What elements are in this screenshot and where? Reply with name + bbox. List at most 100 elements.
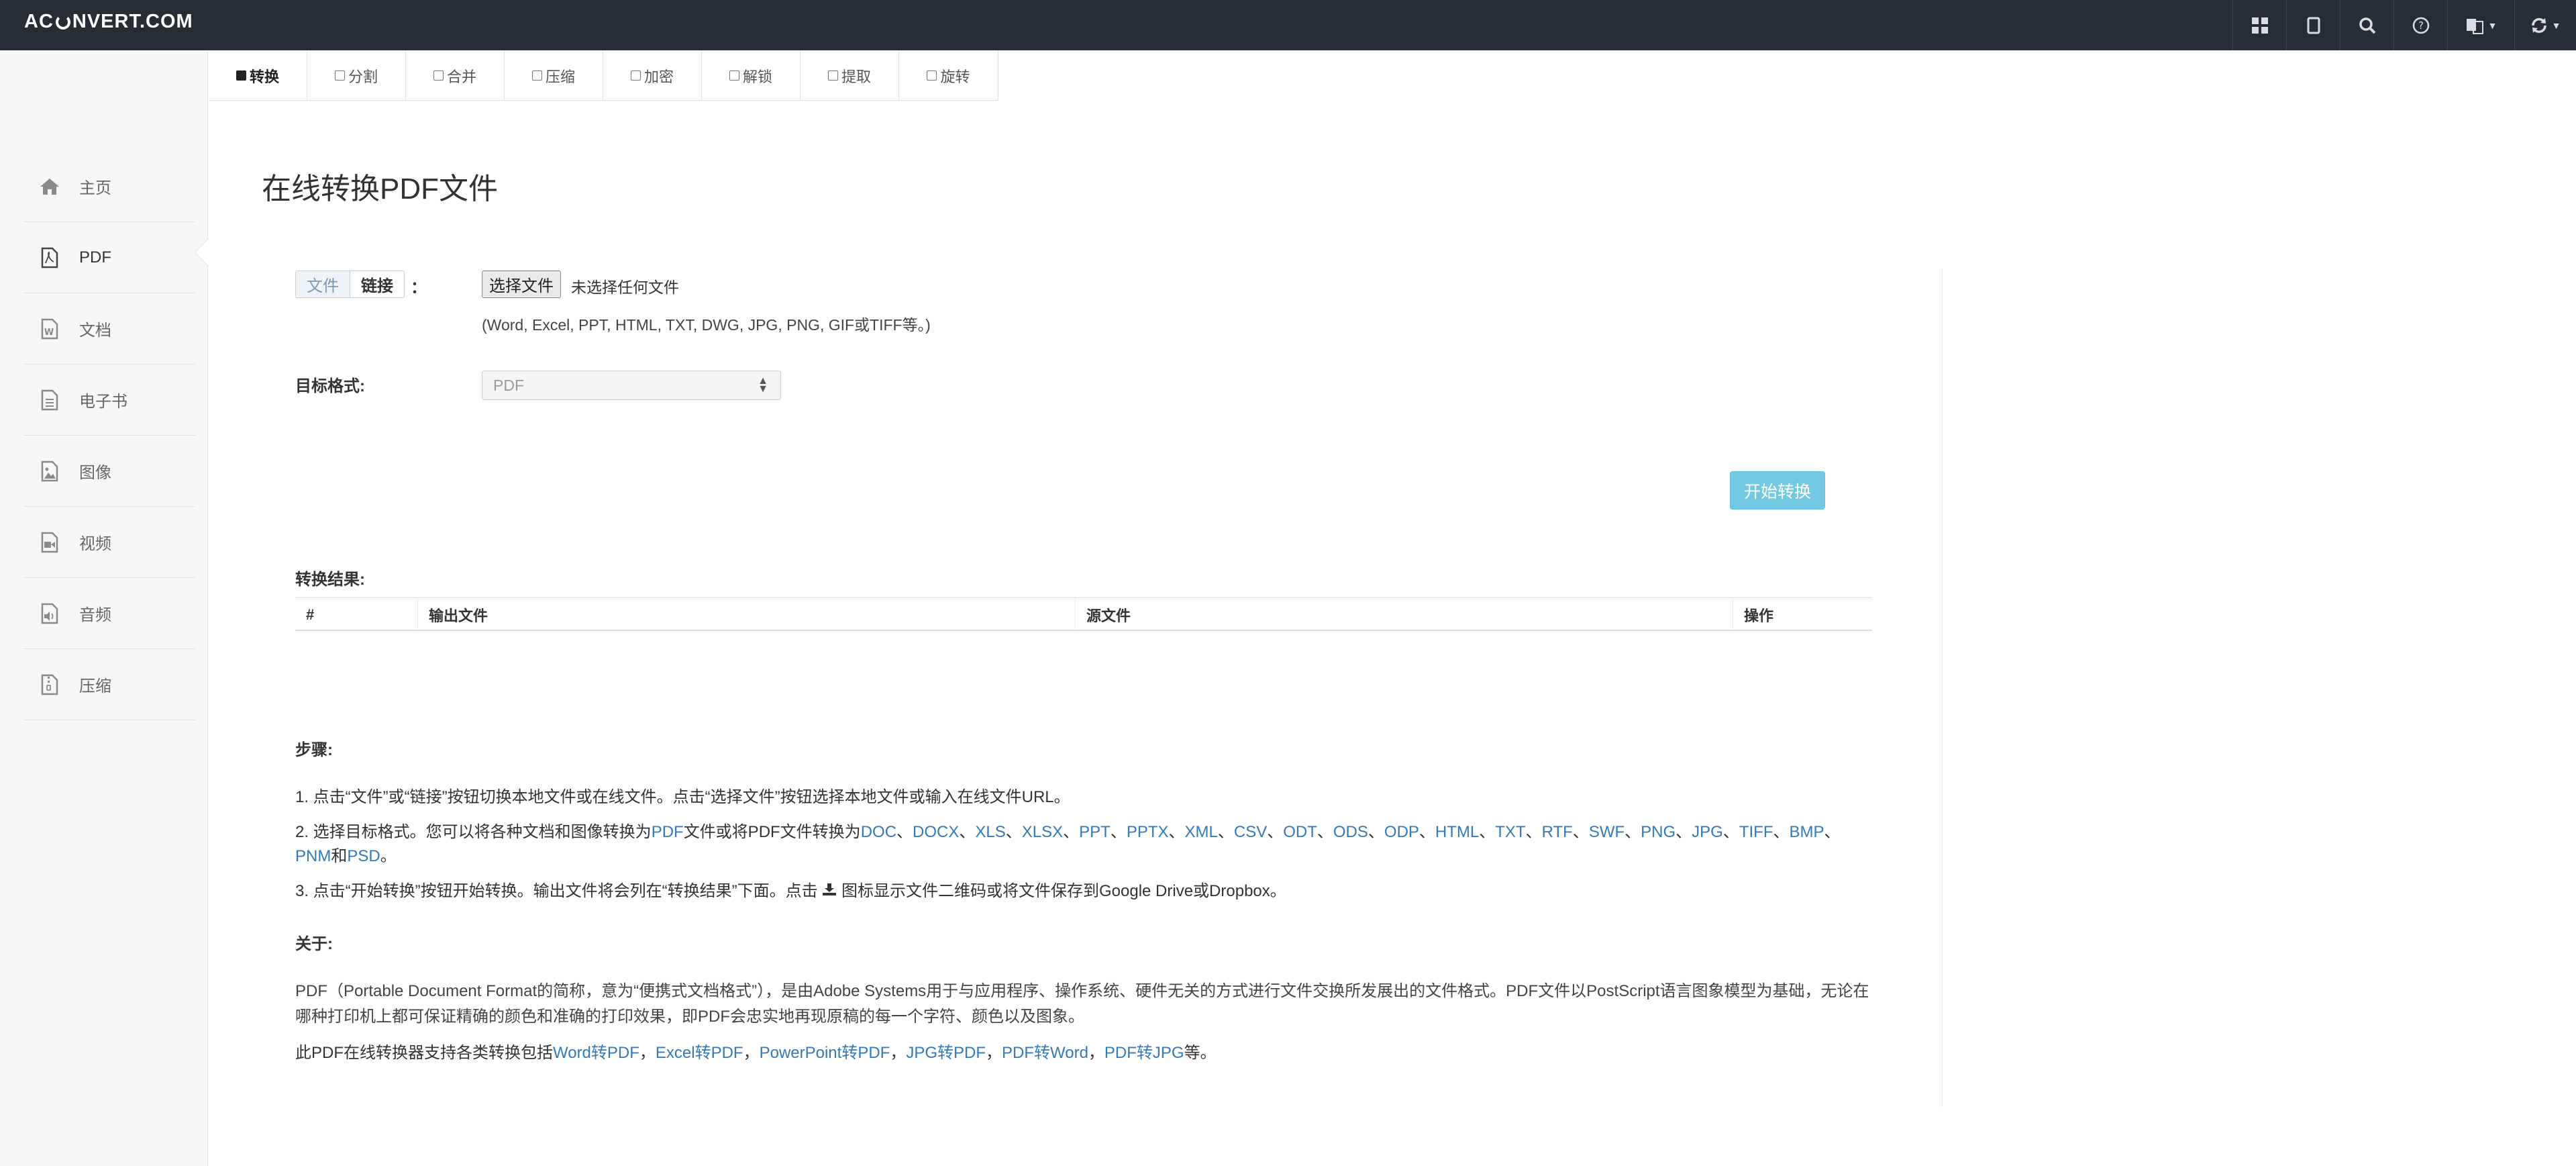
- tab-rotate[interactable]: 旋转: [899, 50, 998, 101]
- tab-extract[interactable]: 提取: [801, 50, 899, 101]
- tab-convert[interactable]: 转换: [209, 50, 307, 101]
- format-link-ods[interactable]: ODS: [1333, 823, 1368, 841]
- tab-compress[interactable]: 压缩: [505, 50, 603, 101]
- divider: [1942, 269, 1943, 1108]
- separator: 、: [1525, 823, 1542, 841]
- tab-label: 加密: [643, 68, 674, 85]
- tab-merge[interactable]: 合并: [406, 50, 505, 101]
- tab-label: 解锁: [742, 68, 772, 85]
- site-logo[interactable]: AC NVERT.COM: [0, 0, 193, 50]
- target-format-select[interactable]: PDF ▲ ▼: [482, 371, 781, 400]
- refresh-icon[interactable]: ▼: [2514, 0, 2576, 50]
- sidebar-item-video[interactable]: 视频: [24, 507, 195, 578]
- sidebar-item-document[interactable]: W 文档: [24, 293, 195, 365]
- svg-text:?: ?: [2418, 19, 2424, 32]
- sidebar-item-image[interactable]: 图像: [24, 436, 195, 507]
- table-header-action: 操作: [1744, 608, 1774, 624]
- separator: ，: [890, 1044, 907, 1062]
- step-2-text: 文件或将PDF文件转换为: [683, 823, 861, 841]
- separator: 、: [1110, 823, 1127, 841]
- checkbox-icon: [433, 70, 444, 81]
- format-link-psd[interactable]: PSD: [347, 847, 380, 865]
- toggle-link-button[interactable]: 链接: [350, 271, 404, 297]
- format-link-docx[interactable]: DOCX: [913, 823, 959, 841]
- tab-unlock[interactable]: 解锁: [702, 50, 801, 101]
- sidebar-item-ebook[interactable]: 电子书: [24, 365, 195, 436]
- top-navbar: AC NVERT.COM ? ▼ ▼: [0, 0, 2576, 50]
- format-link-tiff[interactable]: TIFF: [1739, 823, 1773, 841]
- conversion-link[interactable]: PowerPoint转PDF: [760, 1044, 890, 1062]
- step-2: 2. 选择目标格式。您可以将各种文档和图像转换为PDF文件或将PDF文件转换为D…: [295, 820, 1872, 869]
- conversion-link[interactable]: PDF转Word: [1002, 1044, 1088, 1062]
- support-text: 此PDF在线转换器支持各类转换包括: [295, 1044, 553, 1062]
- sidebar-item-label: 图像: [79, 464, 111, 482]
- format-link-jpg[interactable]: JPG: [1692, 823, 1723, 841]
- sidebar-item-archive[interactable]: 压缩: [24, 649, 195, 720]
- sidebar-item-label: 视频: [79, 535, 111, 553]
- language-icon[interactable]: ▼: [2447, 0, 2514, 50]
- separator: 、: [959, 823, 976, 841]
- format-link-xlsx[interactable]: XLSX: [1022, 823, 1063, 841]
- format-link-png[interactable]: PNG: [1641, 823, 1676, 841]
- download-icon: [822, 882, 837, 900]
- tab-encrypt[interactable]: 加密: [603, 50, 702, 101]
- format-link-pptx[interactable]: PPTX: [1127, 823, 1169, 841]
- about-label: 关于:: [295, 935, 333, 953]
- format-link-ppt[interactable]: PPT: [1079, 823, 1111, 841]
- source-colon: ：: [411, 279, 427, 297]
- logo-o-icon: [55, 14, 70, 30]
- format-link-csv[interactable]: CSV: [1234, 823, 1267, 841]
- sidebar-item-pdf[interactable]: PDF: [24, 222, 195, 293]
- conversion-link[interactable]: PDF转JPG: [1104, 1044, 1184, 1062]
- format-link-html[interactable]: HTML: [1435, 823, 1479, 841]
- audio-icon: [39, 603, 60, 624]
- start-convert-button[interactable]: 开始转换: [1730, 471, 1825, 509]
- separator: 、: [1676, 823, 1692, 841]
- format-link-rtf[interactable]: RTF: [1542, 823, 1573, 841]
- pdf-icon: [39, 247, 60, 269]
- checkbox-icon: [630, 70, 641, 81]
- grid-icon[interactable]: [2232, 0, 2286, 50]
- tab-label: 旋转: [940, 68, 970, 85]
- format-link-pnm[interactable]: PNM: [295, 847, 331, 865]
- toggle-file-button[interactable]: 文件: [296, 271, 350, 297]
- supported-conversions: 此PDF在线转换器支持各类转换包括Word转PDF，Excel转PDF，Powe…: [295, 1039, 1217, 1063]
- tab-label: 合并: [446, 68, 476, 85]
- format-link-doc[interactable]: DOC: [861, 823, 896, 841]
- format-link-txt[interactable]: TXT: [1495, 823, 1525, 841]
- brand-left: AC: [24, 11, 54, 32]
- tool-tabs: 转换 分割 合并 压缩 加密 解锁 提取 旋转: [209, 50, 998, 101]
- conversion-link[interactable]: Word转PDF: [553, 1044, 639, 1062]
- format-link-xml[interactable]: XML: [1185, 823, 1218, 841]
- format-link-pdf[interactable]: PDF: [652, 823, 684, 841]
- bookmark-icon[interactable]: [2286, 0, 2340, 50]
- target-format-label: 目标格式:: [295, 377, 365, 395]
- sidebar-item-home[interactable]: 主页: [24, 151, 195, 222]
- format-link-bmp[interactable]: BMP: [1790, 823, 1824, 841]
- separator: 、: [1217, 823, 1234, 841]
- chevron-down-icon: ▼: [2551, 19, 2561, 31]
- results-label: 转换结果:: [295, 571, 365, 589]
- tab-split[interactable]: 分割: [307, 50, 406, 101]
- separator: 、: [1005, 823, 1022, 841]
- steps-label: 步骤:: [295, 741, 333, 759]
- help-icon[interactable]: ?: [2393, 0, 2447, 50]
- format-link-odt[interactable]: ODT: [1283, 823, 1317, 841]
- sidebar-item-label: 文档: [79, 322, 111, 340]
- conversion-link[interactable]: JPG转PDF: [906, 1044, 986, 1062]
- sidebar-item-label: 压缩: [79, 677, 111, 695]
- format-link-odp[interactable]: ODP: [1384, 823, 1419, 841]
- checkbox-icon: [827, 70, 838, 81]
- page-title: 在线转换PDF文件: [262, 173, 498, 205]
- brand-right: NVERT.COM: [72, 11, 193, 32]
- separator: 、: [1419, 823, 1435, 841]
- search-icon[interactable]: [2340, 0, 2393, 50]
- format-link-xls[interactable]: XLS: [975, 823, 1005, 841]
- support-text: 等。: [1184, 1044, 1217, 1062]
- tab-label: 分割: [348, 68, 378, 85]
- choose-file-button[interactable]: 选择文件: [482, 271, 561, 298]
- sidebar-item-audio[interactable]: 音频: [24, 578, 195, 649]
- conversion-link[interactable]: Excel转PDF: [656, 1044, 743, 1062]
- format-link-swf[interactable]: SWF: [1589, 823, 1625, 841]
- separator: 、: [1317, 823, 1333, 841]
